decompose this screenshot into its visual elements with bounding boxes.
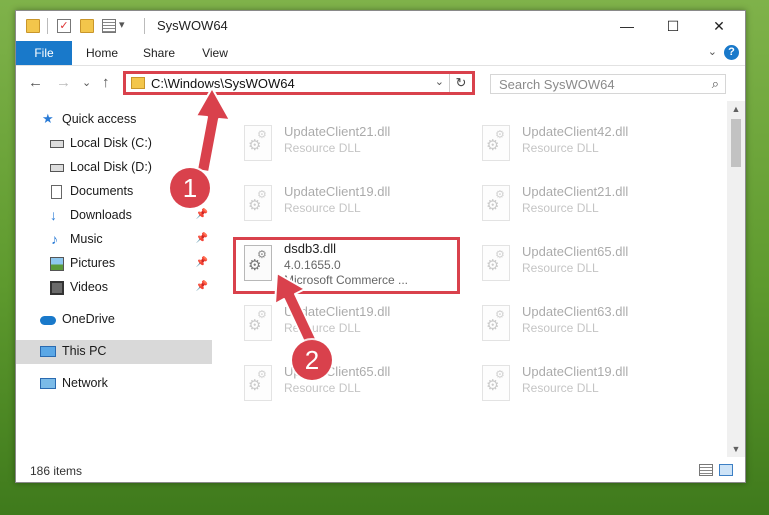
arrow-to-address-bar [195, 87, 231, 173]
step-badge-1: 1 [170, 168, 210, 208]
annotation-arrows [195, 87, 319, 349]
arrow-to-dsdb3-file [274, 272, 319, 349]
step-badge-2: 2 [292, 340, 332, 380]
